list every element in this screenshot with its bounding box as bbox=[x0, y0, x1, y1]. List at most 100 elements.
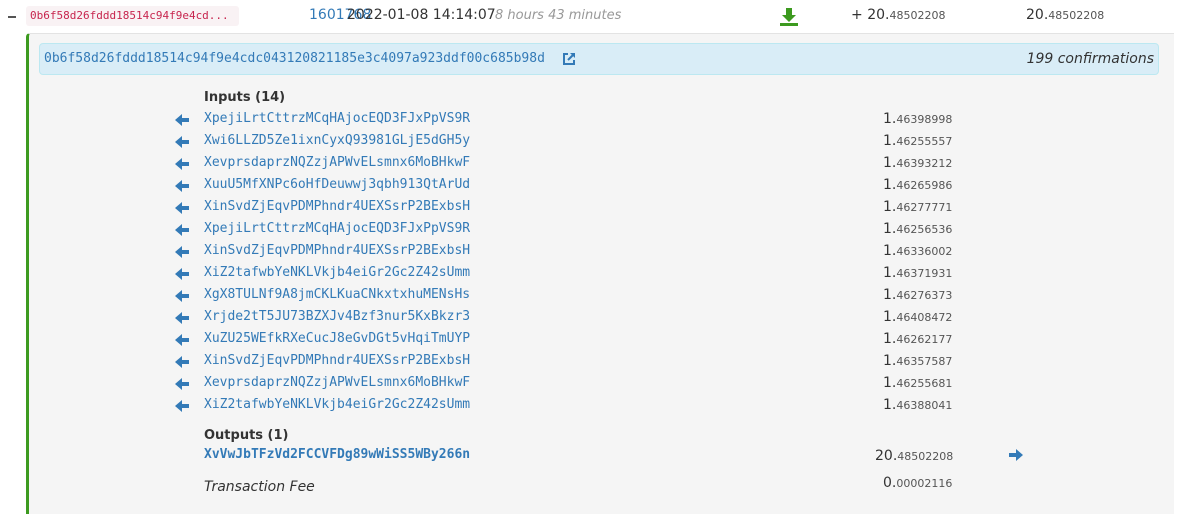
input-amount: 1.46336002 bbox=[883, 243, 952, 259]
input-amount: 1.46255681 bbox=[883, 375, 952, 391]
balance-int: 20. bbox=[1026, 7, 1049, 23]
input-address[interactable]: Xrjde2tT5JU73BZXJv4Bzf3nur5KxBkzr3 bbox=[204, 309, 470, 324]
arrow-left-icon[interactable] bbox=[175, 290, 189, 302]
input-address[interactable]: XiZ2tafwbYeNKLVkjb4eiGr2Gc2Z42sUmm bbox=[204, 265, 470, 280]
input-address[interactable]: XinSvdZjEqvPDMPhndr4UEXSsrP2BExbsH bbox=[204, 353, 470, 368]
input-amount-dec: 46371931 bbox=[896, 267, 953, 280]
outputs-title: Outputs (1) bbox=[204, 428, 289, 443]
input-amount: 1.46408472 bbox=[883, 309, 952, 325]
arrow-left-icon[interactable] bbox=[175, 334, 189, 346]
input-address[interactable]: XgX8TULNf9A8jmCKLKuaCNkxtxhuMENsHs bbox=[204, 287, 470, 302]
input-amount: 1.46371931 bbox=[883, 265, 952, 281]
fee-dec: 00002116 bbox=[896, 477, 953, 490]
input-address[interactable]: XpejiLrtCttrzMCqHAjocEQD3FJxPpVS9R bbox=[204, 221, 470, 236]
input-amount-int: 1. bbox=[883, 199, 897, 215]
balance-dec: 48502208 bbox=[1048, 9, 1105, 22]
input-amount-int: 1. bbox=[883, 111, 897, 127]
arrow-left-icon[interactable] bbox=[175, 400, 189, 412]
input-amount-dec: 46393212 bbox=[896, 157, 953, 170]
tx-age: 8 hours 43 minutes bbox=[495, 8, 622, 23]
input-row: Xrjde2tT5JU73BZXJv4Bzf3nur5KxBkzr3 1.4640… bbox=[0, 307, 1187, 329]
input-amount-int: 1. bbox=[883, 353, 897, 369]
input-amount-dec: 46408472 bbox=[896, 311, 953, 324]
input-amount-dec: 46276373 bbox=[896, 289, 953, 302]
inputs-title: Inputs (14) bbox=[204, 90, 286, 105]
input-amount-dec: 46388041 bbox=[896, 399, 953, 412]
input-amount: 1.46277771 bbox=[883, 199, 952, 215]
input-address[interactable]: XuuU5MfXNPc6oHfDeuwwj3qbh913QtArUd bbox=[204, 177, 470, 192]
fee-int: 0. bbox=[883, 475, 897, 491]
input-amount-int: 1. bbox=[883, 397, 897, 413]
input-address[interactable]: XpejiLrtCttrzMCqHAjocEQD3FJxPpVS9R bbox=[204, 111, 470, 126]
input-amount-dec: 46398998 bbox=[896, 113, 953, 126]
arrow-left-icon[interactable] bbox=[175, 268, 189, 280]
input-row: XinSvdZjEqvPDMPhndr4UEXSsrP2BExbsH 1.4627… bbox=[0, 197, 1187, 219]
input-row: XinSvdZjEqvPDMPhndr4UEXSsrP2BExbsH 1.4633… bbox=[0, 241, 1187, 263]
input-row: Xwi6LLZD5Ze1ixnCyxQ93981GLjE5dGH5y 1.4625… bbox=[0, 131, 1187, 153]
input-address[interactable]: XiZ2tafwbYeNKLVkjb4eiGr2Gc2Z42sUmm bbox=[204, 397, 470, 412]
download-icon[interactable] bbox=[779, 7, 799, 27]
input-row: XgX8TULNf9A8jmCKLKuaCNkxtxhuMENsHs 1.4627… bbox=[0, 285, 1187, 307]
input-amount: 1.46388041 bbox=[883, 397, 952, 413]
input-amount: 1.46262177 bbox=[883, 331, 952, 347]
input-amount-dec: 46256536 bbox=[896, 223, 953, 236]
amount-sign: + bbox=[851, 7, 868, 23]
tx-hash-link[interactable]: 0b6f58d26fddd18514c94f9e4cdc043120821185… bbox=[44, 51, 545, 66]
output-amount: 20.48502208 bbox=[875, 448, 953, 464]
arrow-left-icon[interactable] bbox=[175, 136, 189, 148]
input-amount: 1.46256536 bbox=[883, 221, 952, 237]
input-row: XinSvdZjEqvPDMPhndr4UEXSsrP2BExbsH 1.4635… bbox=[0, 351, 1187, 373]
input-amount: 1.46393212 bbox=[883, 155, 952, 171]
input-amount-int: 1. bbox=[883, 287, 897, 303]
input-row: XpejiLrtCttrzMCqHAjocEQD3FJxPpVS9R 1.4639… bbox=[0, 109, 1187, 131]
arrow-left-icon[interactable] bbox=[175, 180, 189, 192]
input-address[interactable]: XinSvdZjEqvPDMPhndr4UEXSsrP2BExbsH bbox=[204, 199, 470, 214]
input-amount: 1.46265986 bbox=[883, 177, 952, 193]
arrow-left-icon[interactable] bbox=[175, 114, 189, 126]
output-amount-int: 20. bbox=[875, 448, 898, 464]
input-amount-dec: 46255681 bbox=[896, 377, 953, 390]
output-address[interactable]: XvVwJbTFzVd2FCCVFDg89wWiSS5WBy266n bbox=[204, 447, 470, 462]
arrow-left-icon[interactable] bbox=[175, 312, 189, 324]
input-amount-dec: 46262177 bbox=[896, 333, 953, 346]
arrow-left-icon[interactable] bbox=[175, 378, 189, 390]
input-amount-int: 1. bbox=[883, 265, 897, 281]
input-row: XiZ2tafwbYeNKLVkjb4eiGr2Gc2Z42sUmm 1.4638… bbox=[0, 395, 1187, 417]
arrow-left-icon[interactable] bbox=[175, 246, 189, 258]
external-link-icon[interactable] bbox=[562, 52, 576, 66]
input-row: XuZU25WEfkRXeCucJ8eGvDGt5vHqiTmUYP 1.4626… bbox=[0, 329, 1187, 351]
tx-amount: + 20.48502208 bbox=[851, 7, 945, 23]
input-row: XpejiLrtCttrzMCqHAjocEQD3FJxPpVS9R 1.4625… bbox=[0, 219, 1187, 241]
input-row: XevprsdaprzNQZzjAPWvELsmnx6MoBHkwF 1.4625… bbox=[0, 373, 1187, 395]
input-row: XuuU5MfXNPc6oHfDeuwwj3qbh913QtArUd 1.4626… bbox=[0, 175, 1187, 197]
input-amount-dec: 46336002 bbox=[896, 245, 953, 258]
input-row: XevprsdaprzNQZzjAPWvELsmnx6MoBHkwF 1.4639… bbox=[0, 153, 1187, 175]
input-amount: 1.46276373 bbox=[883, 287, 952, 303]
arrow-left-icon[interactable] bbox=[175, 224, 189, 236]
amount-dec: 48502208 bbox=[889, 9, 946, 22]
collapse-icon[interactable] bbox=[6, 8, 18, 24]
confirmations-count: 199 confirmations bbox=[1026, 51, 1154, 67]
input-amount-int: 1. bbox=[883, 155, 897, 171]
output-amount-dec: 48502208 bbox=[897, 450, 954, 463]
txid-short[interactable]: 0b6f58d26fddd18514c94f9e4cd... bbox=[26, 6, 239, 26]
input-amount-int: 1. bbox=[883, 221, 897, 237]
arrow-left-icon[interactable] bbox=[175, 202, 189, 214]
input-address[interactable]: XinSvdZjEqvPDMPhndr4UEXSsrP2BExbsH bbox=[204, 243, 470, 258]
input-amount-int: 1. bbox=[883, 331, 897, 347]
arrow-left-icon[interactable] bbox=[175, 158, 189, 170]
tx-timestamp: 2022-01-08 14:14:07 bbox=[347, 7, 496, 23]
input-address[interactable]: XevprsdaprzNQZzjAPWvELsmnx6MoBHkwF bbox=[204, 155, 470, 170]
input-amount-dec: 46357587 bbox=[896, 355, 953, 368]
input-amount-int: 1. bbox=[883, 375, 897, 391]
input-address[interactable]: XuZU25WEfkRXeCucJ8eGvDGt5vHqiTmUYP bbox=[204, 331, 470, 346]
arrow-left-icon[interactable] bbox=[175, 356, 189, 368]
input-amount-int: 1. bbox=[883, 133, 897, 149]
input-amount-dec: 46277771 bbox=[896, 201, 953, 214]
arrow-right-icon[interactable] bbox=[1009, 449, 1023, 461]
input-amount: 1.46357587 bbox=[883, 353, 952, 369]
input-address[interactable]: XevprsdaprzNQZzjAPWvELsmnx6MoBHkwF bbox=[204, 375, 470, 390]
tx-balance: 20.48502208 bbox=[1026, 7, 1104, 23]
input-address[interactable]: Xwi6LLZD5Ze1ixnCyxQ93981GLjE5dGH5y bbox=[204, 133, 470, 148]
fee-amount: 0.00002116 bbox=[883, 475, 952, 491]
